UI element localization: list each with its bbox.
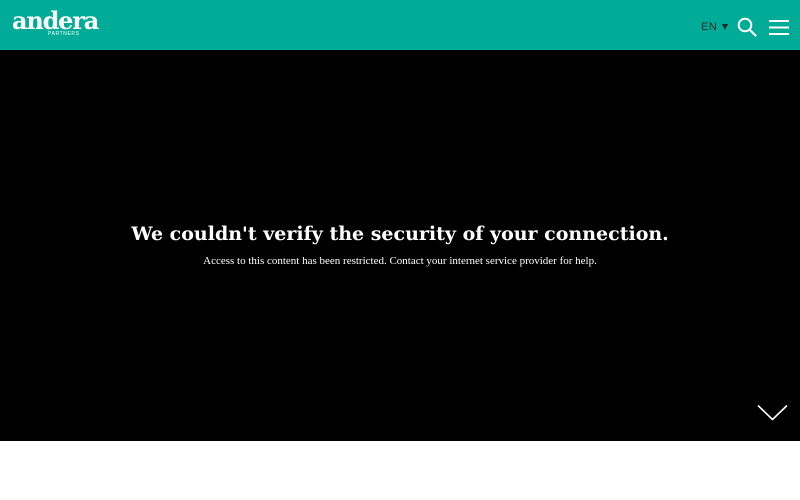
caret-down-icon [722,23,729,30]
hamburger-menu-icon [769,20,789,35]
chevron-down-icon [757,404,788,421]
search-icon [737,17,757,37]
search-button[interactable] [737,17,757,37]
language-label: EN [701,21,718,33]
error-heading: We couldn't verify the security of your … [131,223,669,245]
page-below-fold [0,441,800,500]
language-selector[interactable]: EN [701,20,729,34]
menu-button[interactable] [769,19,789,36]
scroll-down-button[interactable] [757,404,788,421]
hero-section: We couldn't verify the security of your … [0,50,800,441]
error-message: Access to this content has been restrict… [203,255,597,267]
site-header: andera PARTNERS EN [0,0,800,50]
andera-partners-logo[interactable]: andera PARTNERS [12,7,99,41]
logo-subtext: PARTNERS [48,31,80,37]
